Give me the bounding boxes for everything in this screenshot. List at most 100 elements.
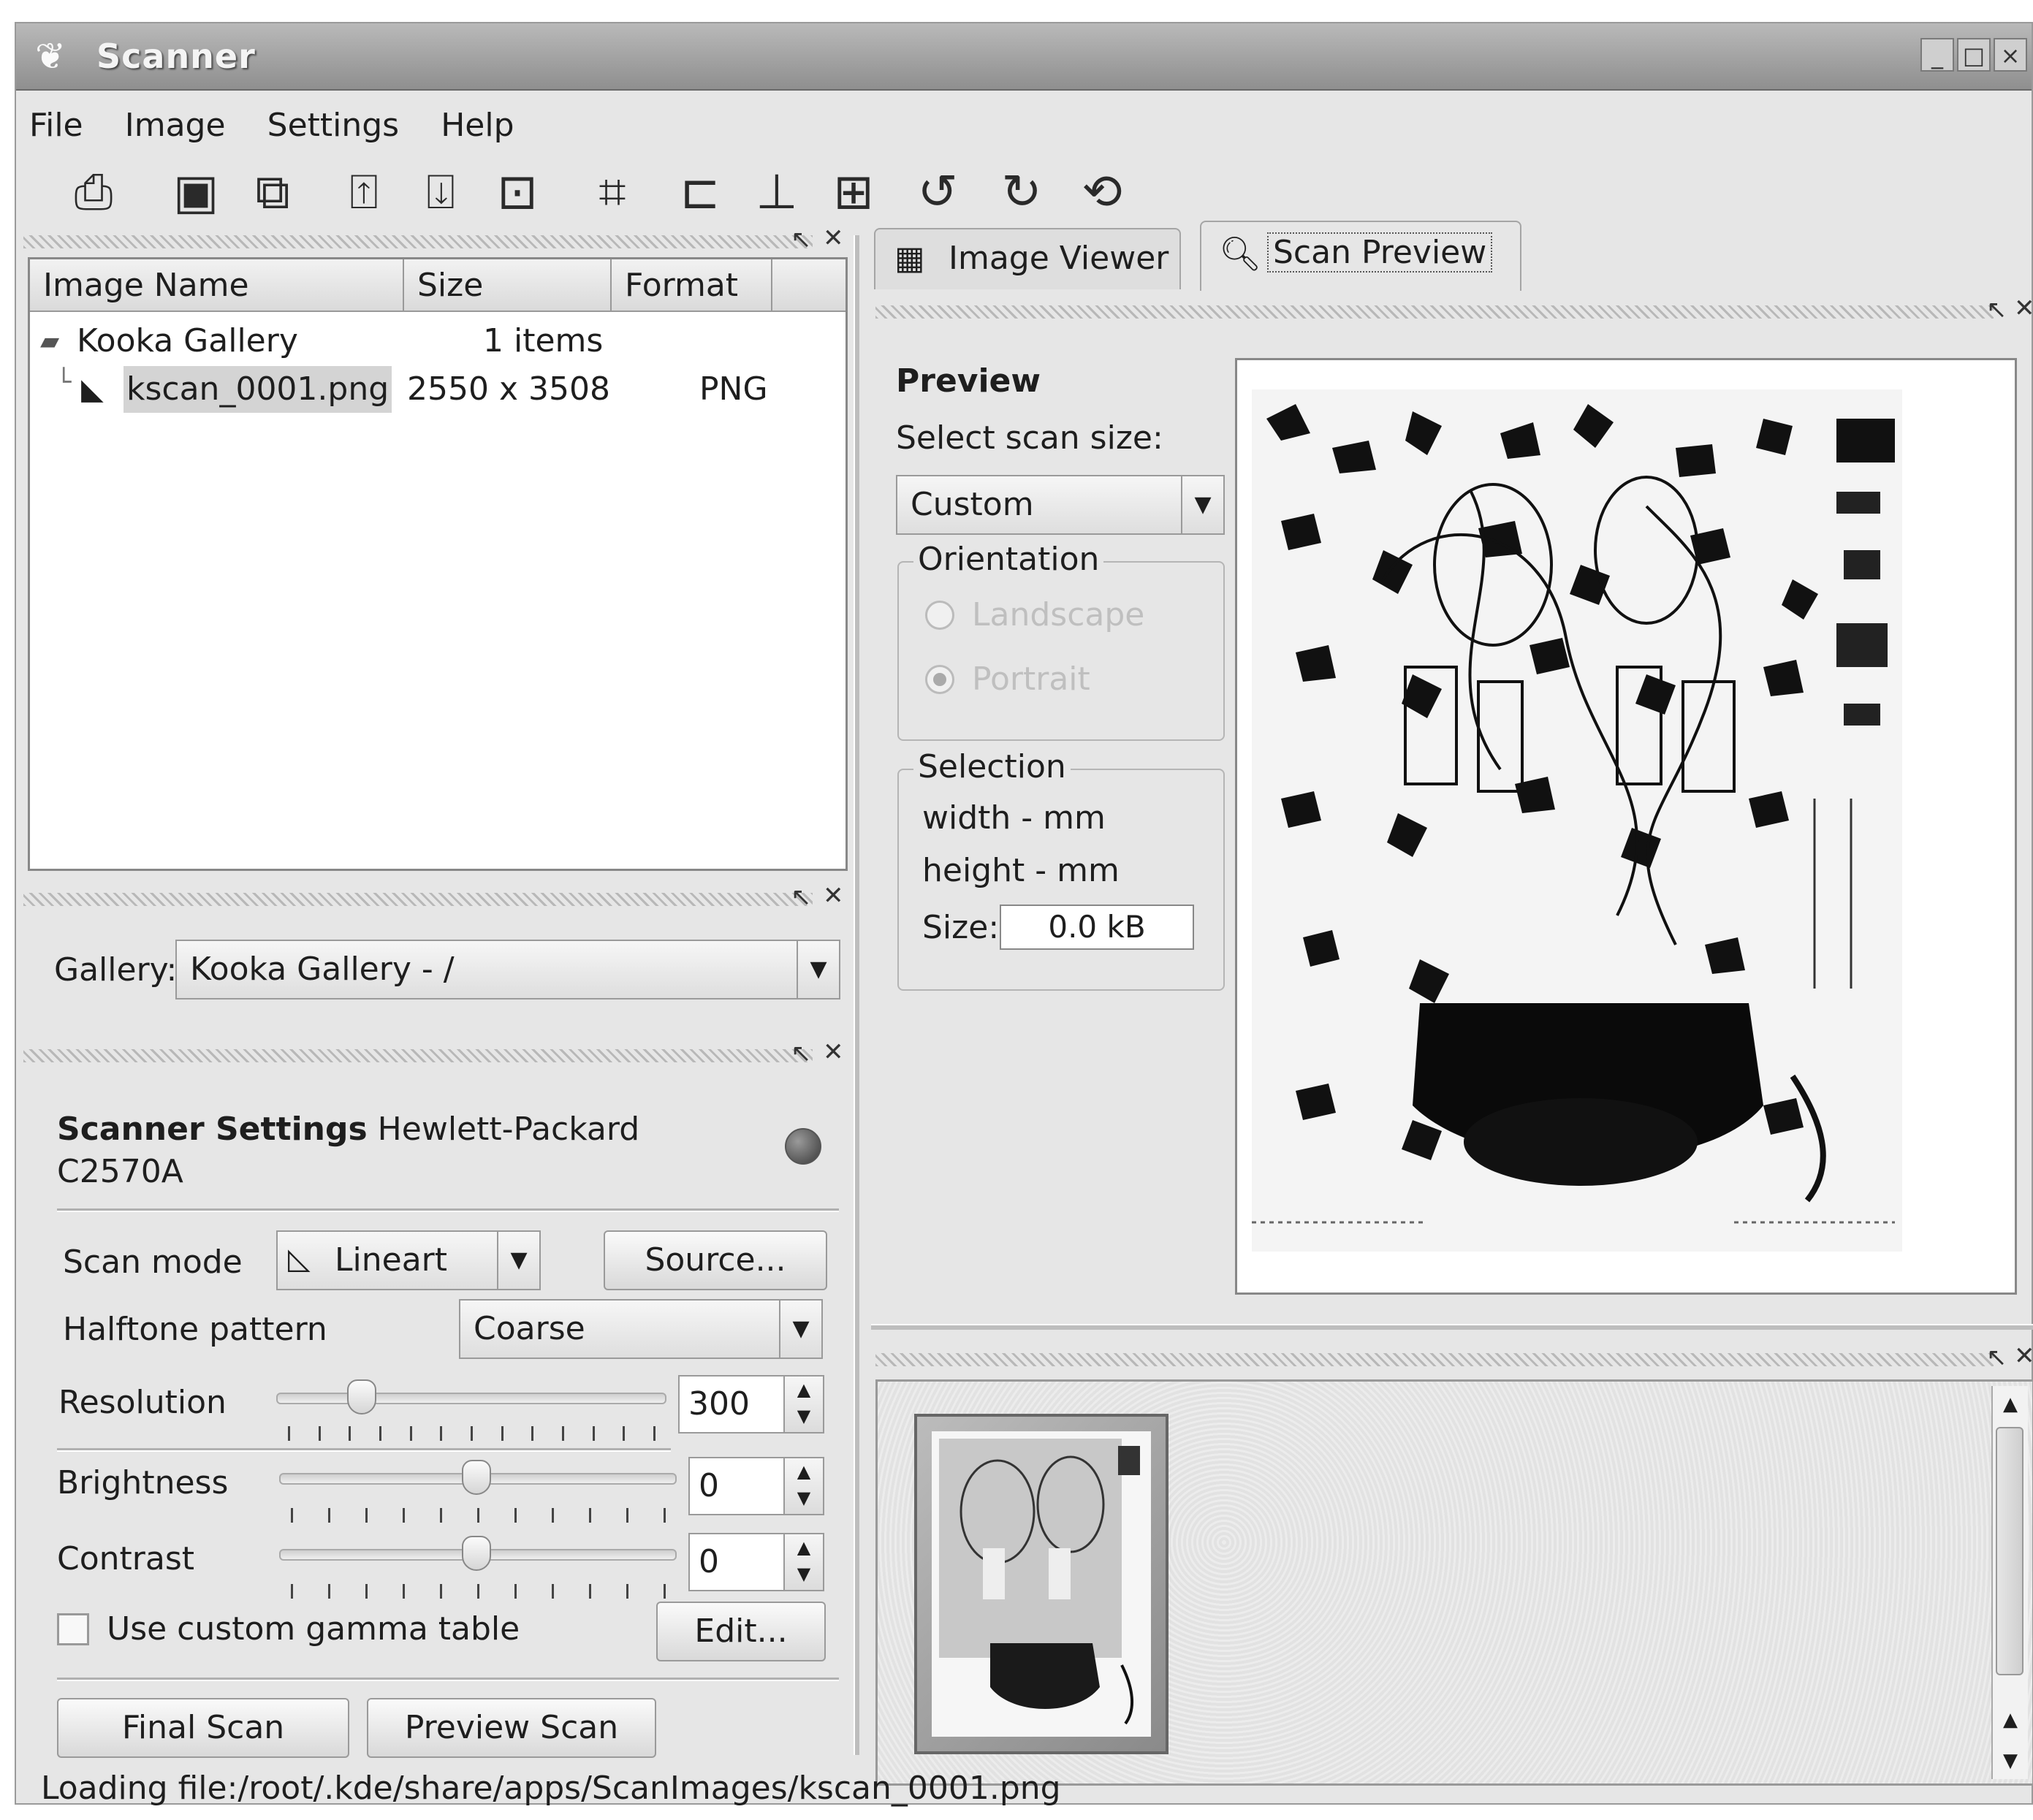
chevron-down-icon[interactable]: ▼	[1181, 476, 1223, 533]
undock-icon[interactable]: ↖	[1986, 1343, 2007, 1372]
thumbnail-view[interactable]: ▲ ▲ ▼	[875, 1379, 2033, 1786]
preview-scan-button[interactable]: Preview Scan	[367, 1698, 656, 1758]
table-row[interactable]: └ ◣ kscan_0001.png 2550 x 3508 PNG	[30, 366, 772, 413]
mirror-horizontal-icon[interactable]: ⊥	[743, 159, 810, 226]
chevron-down-icon[interactable]: ▼	[779, 1301, 821, 1358]
resolution-slider[interactable]	[276, 1393, 666, 1404]
gallery-combo[interactable]: Kooka Gallery - / ▼	[175, 940, 840, 1000]
gallery-label: Gallery:	[54, 951, 178, 989]
preview-canvas[interactable]	[1235, 358, 2017, 1295]
brightness-slider-handle[interactable]	[462, 1460, 491, 1495]
list-item[interactable]: ▰ Kooka Gallery 1 items	[30, 318, 841, 365]
scan-mode-label: Scan mode	[63, 1244, 243, 1281]
folder-icon: ▰	[40, 327, 60, 356]
gallery-dock-grip[interactable]	[23, 235, 813, 248]
thumbnail-scrollbar[interactable]: ▲ ▲ ▼	[1991, 1386, 2028, 1779]
scroll-up-icon[interactable]: ▲	[1993, 1386, 2028, 1423]
tick-mark	[471, 1426, 473, 1441]
spin-arrows-icon[interactable]: ▲ ▼	[783, 1377, 823, 1432]
menu-settings[interactable]: Settings	[243, 94, 412, 144]
dock-close-icon[interactable]: ✕	[823, 224, 844, 253]
tick-mark	[291, 1508, 293, 1523]
resolution-slider-handle[interactable]	[346, 1379, 376, 1415]
portrait-radio[interactable]	[925, 665, 954, 694]
undock-icon[interactable]: ↖	[791, 883, 812, 912]
fit-width-icon[interactable]: ⍗	[407, 159, 474, 226]
scroll-up-icon[interactable]: ▲	[1993, 1702, 2028, 1738]
tick-mark	[514, 1508, 517, 1523]
chevron-down-icon[interactable]: ▼	[797, 941, 839, 998]
brightness-label: Brightness	[57, 1464, 229, 1501]
selection-size-value: 0.0 kB	[1000, 905, 1194, 950]
tab-image-viewer[interactable]: ▦ Image Viewer	[874, 228, 1181, 289]
panel-splitter[interactable]	[854, 235, 859, 1755]
scanner-settings-grip[interactable]	[23, 1049, 813, 1062]
resolution-spinbox[interactable]: 300 ▲ ▼	[678, 1375, 824, 1433]
rotate-left-icon[interactable]: ↺	[904, 159, 971, 226]
source-button[interactable]: Source...	[604, 1230, 827, 1290]
preview-dock-grip[interactable]	[875, 305, 1994, 319]
select-size-label: Select scan size:	[896, 419, 1163, 457]
preview-thumb-splitter[interactable]	[871, 1324, 2033, 1330]
scan-mode-combo[interactable]: ◺ Lineart ▼	[276, 1230, 541, 1290]
chevron-down-icon[interactable]: ▼	[497, 1232, 539, 1289]
zoom-to-fit-icon[interactable]: ▣	[162, 159, 229, 226]
original-size-icon[interactable]: ⊡	[484, 159, 551, 226]
scroll-down-icon[interactable]: ▼	[1993, 1743, 2028, 1779]
crop-icon[interactable]: ⌗	[579, 159, 646, 226]
mirror-both-icon[interactable]: ⊞	[820, 159, 887, 226]
maximize-button[interactable]: □	[1957, 38, 1991, 72]
tick-mark	[552, 1508, 554, 1523]
print-icon[interactable]: ⎙	[60, 159, 127, 226]
tick-mark	[288, 1426, 290, 1441]
menu-image[interactable]: Image	[100, 94, 239, 144]
lineart-icon: ◺	[288, 1242, 311, 1276]
menu-help[interactable]: Help	[416, 94, 527, 144]
zoom-to-width-icon[interactable]: ⧉	[239, 159, 306, 226]
brightness-spinbox[interactable]: 0 ▲ ▼	[688, 1457, 824, 1515]
scan-size-combo[interactable]: Custom ▼	[896, 475, 1225, 535]
landscape-radio[interactable]	[925, 601, 954, 630]
contrast-spinbox[interactable]: 0 ▲ ▼	[688, 1533, 824, 1591]
kooka-app-icon: ❦	[35, 35, 66, 77]
dock-close-icon[interactable]: ✕	[823, 1037, 844, 1067]
selection-title: Selection	[913, 748, 1071, 785]
tab-scan-preview[interactable]: 🔍︎ Scan Preview	[1200, 221, 1521, 291]
edit-gamma-button[interactable]: Edit...	[656, 1602, 826, 1661]
thumbnail-dock-grip[interactable]	[875, 1353, 1994, 1366]
scrollbar-thumb[interactable]	[1996, 1427, 2023, 1675]
undock-icon[interactable]: ↖	[791, 1039, 812, 1068]
dock-close-icon[interactable]: ✕	[2014, 1341, 2033, 1371]
dock-close-icon[interactable]: ✕	[823, 881, 844, 910]
fit-height-icon[interactable]: ⍐	[330, 159, 398, 226]
minimize-button[interactable]: _	[1920, 38, 1954, 72]
contrast-slider-handle[interactable]	[462, 1536, 491, 1571]
tick-mark	[501, 1426, 503, 1441]
column-image-name[interactable]: Image Name	[30, 259, 404, 312]
spin-arrows-icon[interactable]: ▲ ▼	[783, 1534, 823, 1590]
rotate-180-icon[interactable]: ⟲	[1068, 159, 1136, 226]
tick-mark	[440, 1426, 442, 1441]
thumbnail-item[interactable]	[914, 1414, 1168, 1754]
undock-icon[interactable]: ↖	[791, 225, 812, 254]
rotate-right-icon[interactable]: ↻	[988, 159, 1055, 226]
halftone-combo[interactable]: Coarse ▼	[459, 1299, 823, 1359]
gamma-checkbox[interactable]	[57, 1613, 89, 1645]
title-bar[interactable]: ❦ Scanner _ □ ×	[16, 23, 2032, 91]
gallery-selector-grip[interactable]	[23, 893, 813, 906]
menu-file[interactable]: File	[16, 94, 96, 144]
dock-close-icon[interactable]: ✕	[2014, 294, 2033, 323]
undock-icon[interactable]: ↖	[1986, 295, 2007, 324]
mirror-vertical-icon[interactable]: ⊏	[666, 159, 734, 226]
final-scan-button[interactable]: Final Scan	[57, 1698, 349, 1758]
close-button[interactable]: ×	[1994, 38, 2027, 72]
spin-arrows-icon[interactable]: ▲ ▼	[783, 1458, 823, 1514]
resolution-separator	[57, 1448, 671, 1452]
column-size[interactable]: Size	[404, 259, 612, 312]
scan-mode-value: Lineart	[335, 1241, 447, 1279]
tree-branch-icon: └	[56, 368, 72, 397]
preview-heading: Preview	[896, 362, 1041, 400]
tick-mark	[379, 1426, 381, 1441]
gallery-list[interactable]: Image Name Size Format ▰ Kooka Gallery 1…	[28, 257, 848, 871]
column-format[interactable]: Format	[612, 259, 772, 312]
